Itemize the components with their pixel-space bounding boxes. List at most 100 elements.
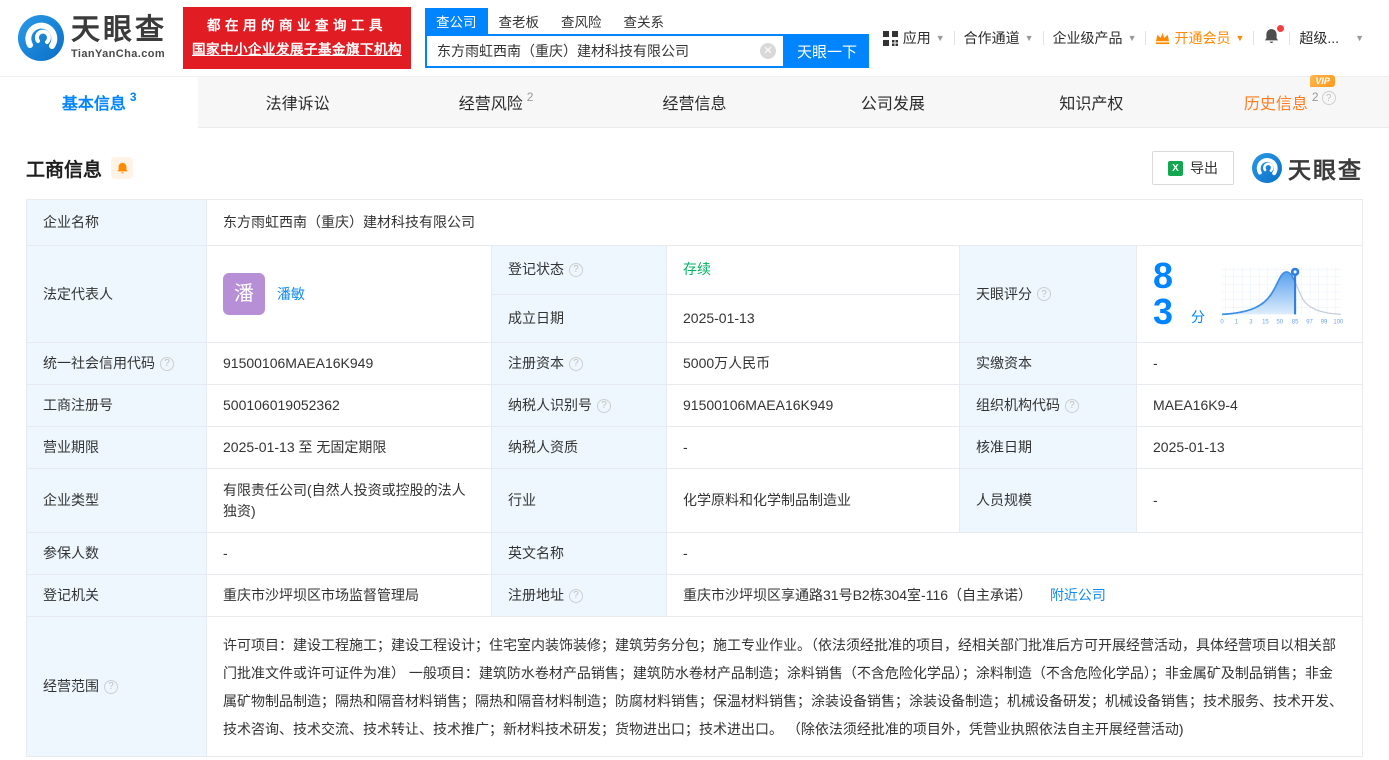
search-button[interactable]: 天眼一下 [785,34,870,68]
slogan-line2: 国家中小企业发展子基金旗下机构 [192,42,403,57]
business-term-value: 2025-01-13 至 无固定期限 [206,426,492,469]
taxpayer-id-label: 纳税人识别号 ? [491,384,667,427]
table-row: 经营范围 ? 许可项目：建设工程施工；建设工程设计；住宅室内装饰装修；建筑劳务分… [26,616,1363,757]
tianyancha-logo[interactable]: 天眼查 TianYanCha.com [18,15,167,61]
help-icon[interactable]: ? [569,262,583,277]
notification-dot [1277,25,1285,32]
nearby-companies-link[interactable]: 附近公司 [1050,587,1106,603]
crown-icon [1156,32,1170,45]
slogan-banner: 都在用的商业查询工具 国家中小企业发展子基金旗下机构 [183,6,412,70]
company-type-value: 有限责任公司(自然人投资或控股的法人独资) [206,468,492,533]
svg-text:15: 15 [1262,320,1269,326]
nav-super-label: 超级... [1299,30,1340,46]
industry-label: 行业 [491,468,667,533]
clear-icon[interactable]: ✕ [760,43,777,59]
reg-authority-label: 登记机关 [26,574,207,617]
notifications-bell[interactable] [1254,25,1289,48]
paid-capital-label: 实缴资本 [959,342,1137,385]
tab-history-info[interactable]: 历史信息 VIP 2 ? [1191,75,1389,127]
slogan-line1: 都在用的商业查询工具 [207,17,388,33]
tab-operating-risk[interactable]: 经营风险 2 [397,77,595,127]
main-content: 工商信息 X 导出 天眼查 企业名称 东方雨虹西南（重庆）建材科技有限公司 法定… [0,151,1389,757]
table-row: 企业类型 有限责任公司(自然人投资或控股的法人独资) 行业 化学原料和化学制品制… [26,468,1363,533]
export-button[interactable]: X 导出 [1152,151,1234,185]
tab-label: 公司发展 [860,96,925,113]
section-head-right: X 导出 天眼查 [1152,151,1363,185]
top-bar: 天眼查 TianYanCha.com 都在用的商业查询工具 国家中小企业发展子基… [0,0,1389,76]
help-icon[interactable]: ? [597,398,611,413]
svg-text:85: 85 [1292,320,1299,326]
taxpayer-quality-value: - [666,426,960,469]
english-name-label: 英文名称 [491,532,667,575]
search-tab-company[interactable]: 查公司 [425,8,488,34]
nav-apps[interactable]: 应用 ▼ [874,28,954,48]
svg-text:100: 100 [1333,320,1344,326]
help-icon[interactable]: ? [569,588,583,603]
search-input[interactable] [425,34,786,68]
tab-intellectual-property[interactable]: 知识产权 [992,77,1190,127]
svg-text:99: 99 [1321,320,1328,326]
chevron-down-icon: ▼ [1235,33,1245,43]
english-name-value: - [666,532,1363,575]
company-name-label: 企业名称 [26,199,207,246]
tab-label: 知识产权 [1059,96,1124,113]
nav-membership-label: 开通会员 [1174,30,1231,46]
reg-capital-label: 注册资本 ? [491,342,667,385]
vip-badge: VIP [1310,75,1335,87]
search-row: ✕ 天眼一下 [425,34,870,68]
help-icon[interactable]: ? [1065,398,1079,413]
tab-business-info[interactable]: 经营信息 [595,77,793,127]
avatar[interactable]: 潘 [223,273,265,315]
nav-open-membership[interactable]: 开通会员 ▼ [1146,28,1253,48]
tab-label: 历史信息 VIP [1244,75,1335,114]
watermark-logo-text: 天眼查 [1288,157,1363,183]
tianyancha-swirl-icon [1252,153,1282,183]
table-row: 营业期限 2025-01-13 至 无固定期限 纳税人资质 - 核准日期 202… [26,426,1363,469]
nav-enterprise-products[interactable]: 企业级产品 ▼ [1044,28,1146,48]
tab-count: 2 [526,90,534,104]
tab-label: 法律诉讼 [265,96,330,113]
help-icon[interactable]: ? [1321,91,1336,105]
table-row: 统一社会信用代码 ? 91500106MAEA16K949 注册资本 ? 500… [26,342,1363,385]
business-term-label: 营业期限 [26,426,207,469]
legal-rep-cell: 潘 潘敏 [206,245,492,343]
tab-label: 经营风险 [458,96,523,113]
insured-count-label: 参保人数 [26,532,207,575]
staff-size-label: 人员规模 [959,468,1137,533]
table-row: 工商注册号 500106019052362 纳税人识别号 ? 91500106M… [26,384,1363,427]
nav-super-vip[interactable]: 超级... ▼ [1290,28,1373,48]
table-row: 企业名称 东方雨虹西南（重庆）建材科技有限公司 [26,199,1363,246]
search-area: 查公司 查老板 查风险 查关系 ✕ 天眼一下 [425,8,870,68]
score-label: 天眼评分 ? [959,245,1137,343]
tab-legal-proceedings[interactable]: 法律诉讼 [198,77,396,127]
reg-authority-value: 重庆市沙坪坝区市场监督管理局 [206,574,492,617]
business-info-table: 企业名称 东方雨虹西南（重庆）建材科技有限公司 法定代表人 潘 潘敏 登记状态 … [26,199,1363,757]
taxpayer-quality-label: 纳税人资质 [491,426,667,469]
apps-grid-icon [882,30,898,46]
svg-text:0: 0 [1220,320,1224,326]
tianyancha-watermark-logo: 天眼查 [1252,151,1363,185]
legal-rep-label: 法定代表人 [26,245,207,343]
help-icon[interactable]: ? [569,356,583,371]
search-tab-boss[interactable]: 查老板 [488,8,551,34]
tab-company-development[interactable]: 公司发展 [794,77,992,127]
approval-date-label: 核准日期 [959,426,1137,469]
chevron-down-icon: ▼ [935,33,945,43]
reg-capital-value: 5000万人民币 [666,342,960,385]
search-tabs: 查公司 查老板 查风险 查关系 [425,8,869,34]
org-code-label: 组织机构代码 ? [959,384,1137,427]
search-tab-relation[interactable]: 查关系 [613,8,676,34]
chevron-down-icon: ▼ [1024,33,1034,43]
company-name-value: 东方雨虹西南（重庆）建材科技有限公司 [206,199,1363,246]
monitor-bell-button[interactable] [111,157,134,179]
help-icon[interactable]: ? [104,679,118,694]
tab-basic-info[interactable]: 基本信息 3 [0,77,199,128]
reg-status-value: 存续 [666,245,960,295]
reg-status-label: 登记状态 ? [491,245,667,295]
nav-cooperation[interactable]: 合作通道 ▼ [955,28,1043,48]
table-row: 参保人数 - 英文名称 - [26,532,1363,575]
search-tab-risk[interactable]: 查风险 [550,8,613,34]
help-icon[interactable]: ? [160,356,174,371]
help-icon[interactable]: ? [1037,287,1051,301]
legal-rep-link[interactable]: 潘敏 [277,284,305,305]
